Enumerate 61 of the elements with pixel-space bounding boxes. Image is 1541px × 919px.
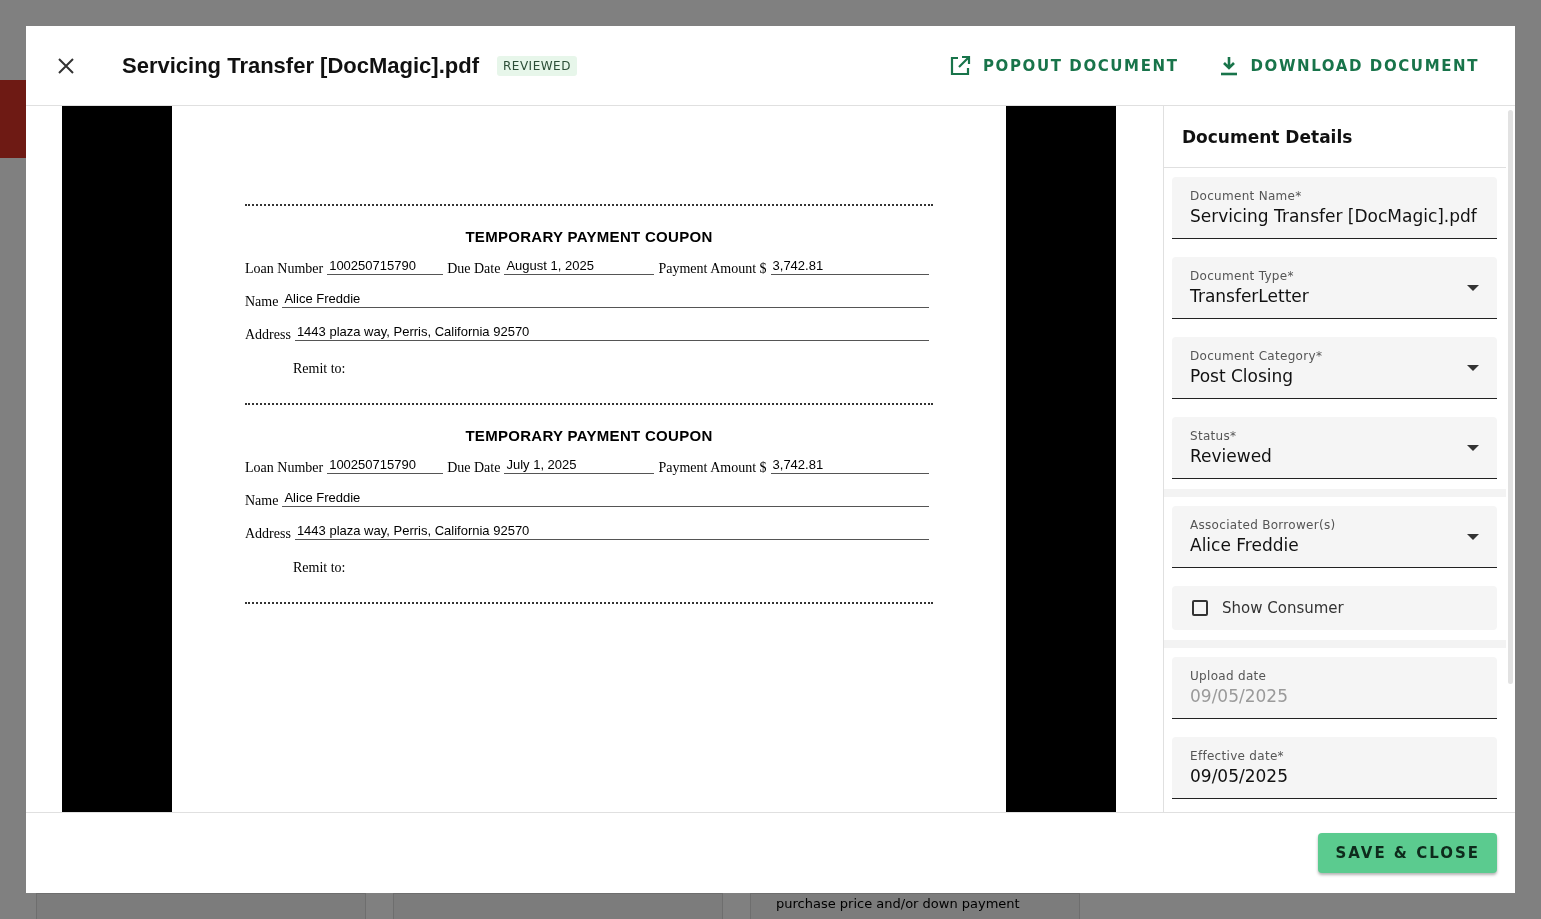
field-label: Loan Number — [245, 261, 324, 277]
download-icon — [1220, 55, 1239, 76]
field-label: Associated Borrower(s) — [1190, 518, 1337, 532]
field-value: 3,742.81 — [770, 457, 929, 474]
checkbox[interactable] — [1192, 600, 1208, 616]
field-label: Document Category* — [1190, 349, 1324, 363]
input-field[interactable]: Effective date* 09/05/2025 — [1172, 737, 1497, 799]
background-text: purchase price and/or down payment — [776, 896, 1020, 911]
popout-button[interactable]: POPOUT DOCUMENT — [949, 50, 1179, 81]
close-icon — [58, 57, 74, 74]
dropdown-field[interactable]: Document Category* Post Closing — [1172, 337, 1497, 399]
dropdown-field[interactable]: Associated Borrower(s) Alice Freddie — [1172, 506, 1497, 568]
dialog-title: Servicing Transfer [DocMagic].pdf — [122, 52, 479, 79]
field-label: Status* — [1190, 429, 1238, 443]
field-label: Payment Amount $ — [658, 460, 767, 476]
field-value: 1443 plaza way, Perris, California 92570 — [294, 324, 929, 341]
dropdown-field[interactable]: Document Type* TransferLetter — [1172, 257, 1497, 319]
field-value: 09/05/2025 — [1190, 686, 1289, 706]
field-label: Document Name* — [1190, 189, 1303, 203]
field-label: Document Type* — [1190, 269, 1295, 283]
field-label: Due Date — [447, 460, 501, 476]
field-label: Effective date* — [1190, 749, 1285, 763]
field-value: Alice Freddie — [282, 490, 929, 507]
dropdown-field[interactable]: Status* Reviewed — [1172, 417, 1497, 479]
caret-icon — [1467, 444, 1479, 451]
coupon-title: TEMPORARY PAYMENT COUPON — [464, 427, 714, 444]
scrollbar-thumb[interactable] — [1508, 110, 1513, 684]
field-value: 100250715790 — [327, 457, 444, 474]
field-label: Payment Amount $ — [658, 261, 767, 277]
field-value: August 1, 2025 — [504, 258, 655, 275]
field-value: 09/05/2025 — [1190, 766, 1289, 786]
download-button[interactable]: DOWNLOAD DOCUMENT — [1220, 51, 1479, 80]
field-value: TransferLetter — [1190, 286, 1310, 306]
caret-icon — [1467, 284, 1479, 291]
field-label: Address — [245, 327, 291, 343]
field-label: Due Date — [447, 261, 501, 277]
input-field[interactable]: Document Name* Servicing Transfer [DocMagic].pdf — [1172, 177, 1497, 239]
caret-icon — [1467, 533, 1479, 540]
field-value: Post Closing — [1190, 366, 1295, 386]
field-label: Name — [245, 493, 279, 509]
save-close-button[interactable]: SAVE & CLOSE — [1318, 833, 1497, 873]
caret-icon — [1467, 364, 1479, 371]
field-value: Alice Freddie — [282, 291, 929, 308]
field-value: Alice Freddie — [1190, 535, 1300, 555]
remit-label: Remit to: — [293, 361, 347, 377]
remit-label: Remit to: — [293, 560, 347, 576]
panel-title: Document Details — [1164, 106, 1506, 168]
field-label: Upload date — [1190, 669, 1268, 683]
external-link-icon — [949, 54, 971, 77]
field-value: 1443 plaza way, Perris, California 92570 — [294, 523, 929, 540]
field-value: 3,742.81 — [770, 258, 929, 275]
field-label: Address — [245, 526, 291, 542]
field-value: Servicing Transfer [DocMagic].pdf — [1190, 206, 1478, 226]
field-value: July 1, 2025 — [504, 457, 655, 474]
status-badge: REVIEWED — [496, 55, 577, 76]
coupon-title: TEMPORARY PAYMENT COUPON — [464, 228, 714, 245]
field-label: Name — [245, 294, 279, 310]
field-value: Reviewed — [1190, 446, 1273, 466]
checkbox-label: Show Consumer — [1222, 599, 1344, 617]
field-value: 100250715790 — [327, 258, 444, 275]
field-label: Loan Number — [245, 460, 324, 476]
